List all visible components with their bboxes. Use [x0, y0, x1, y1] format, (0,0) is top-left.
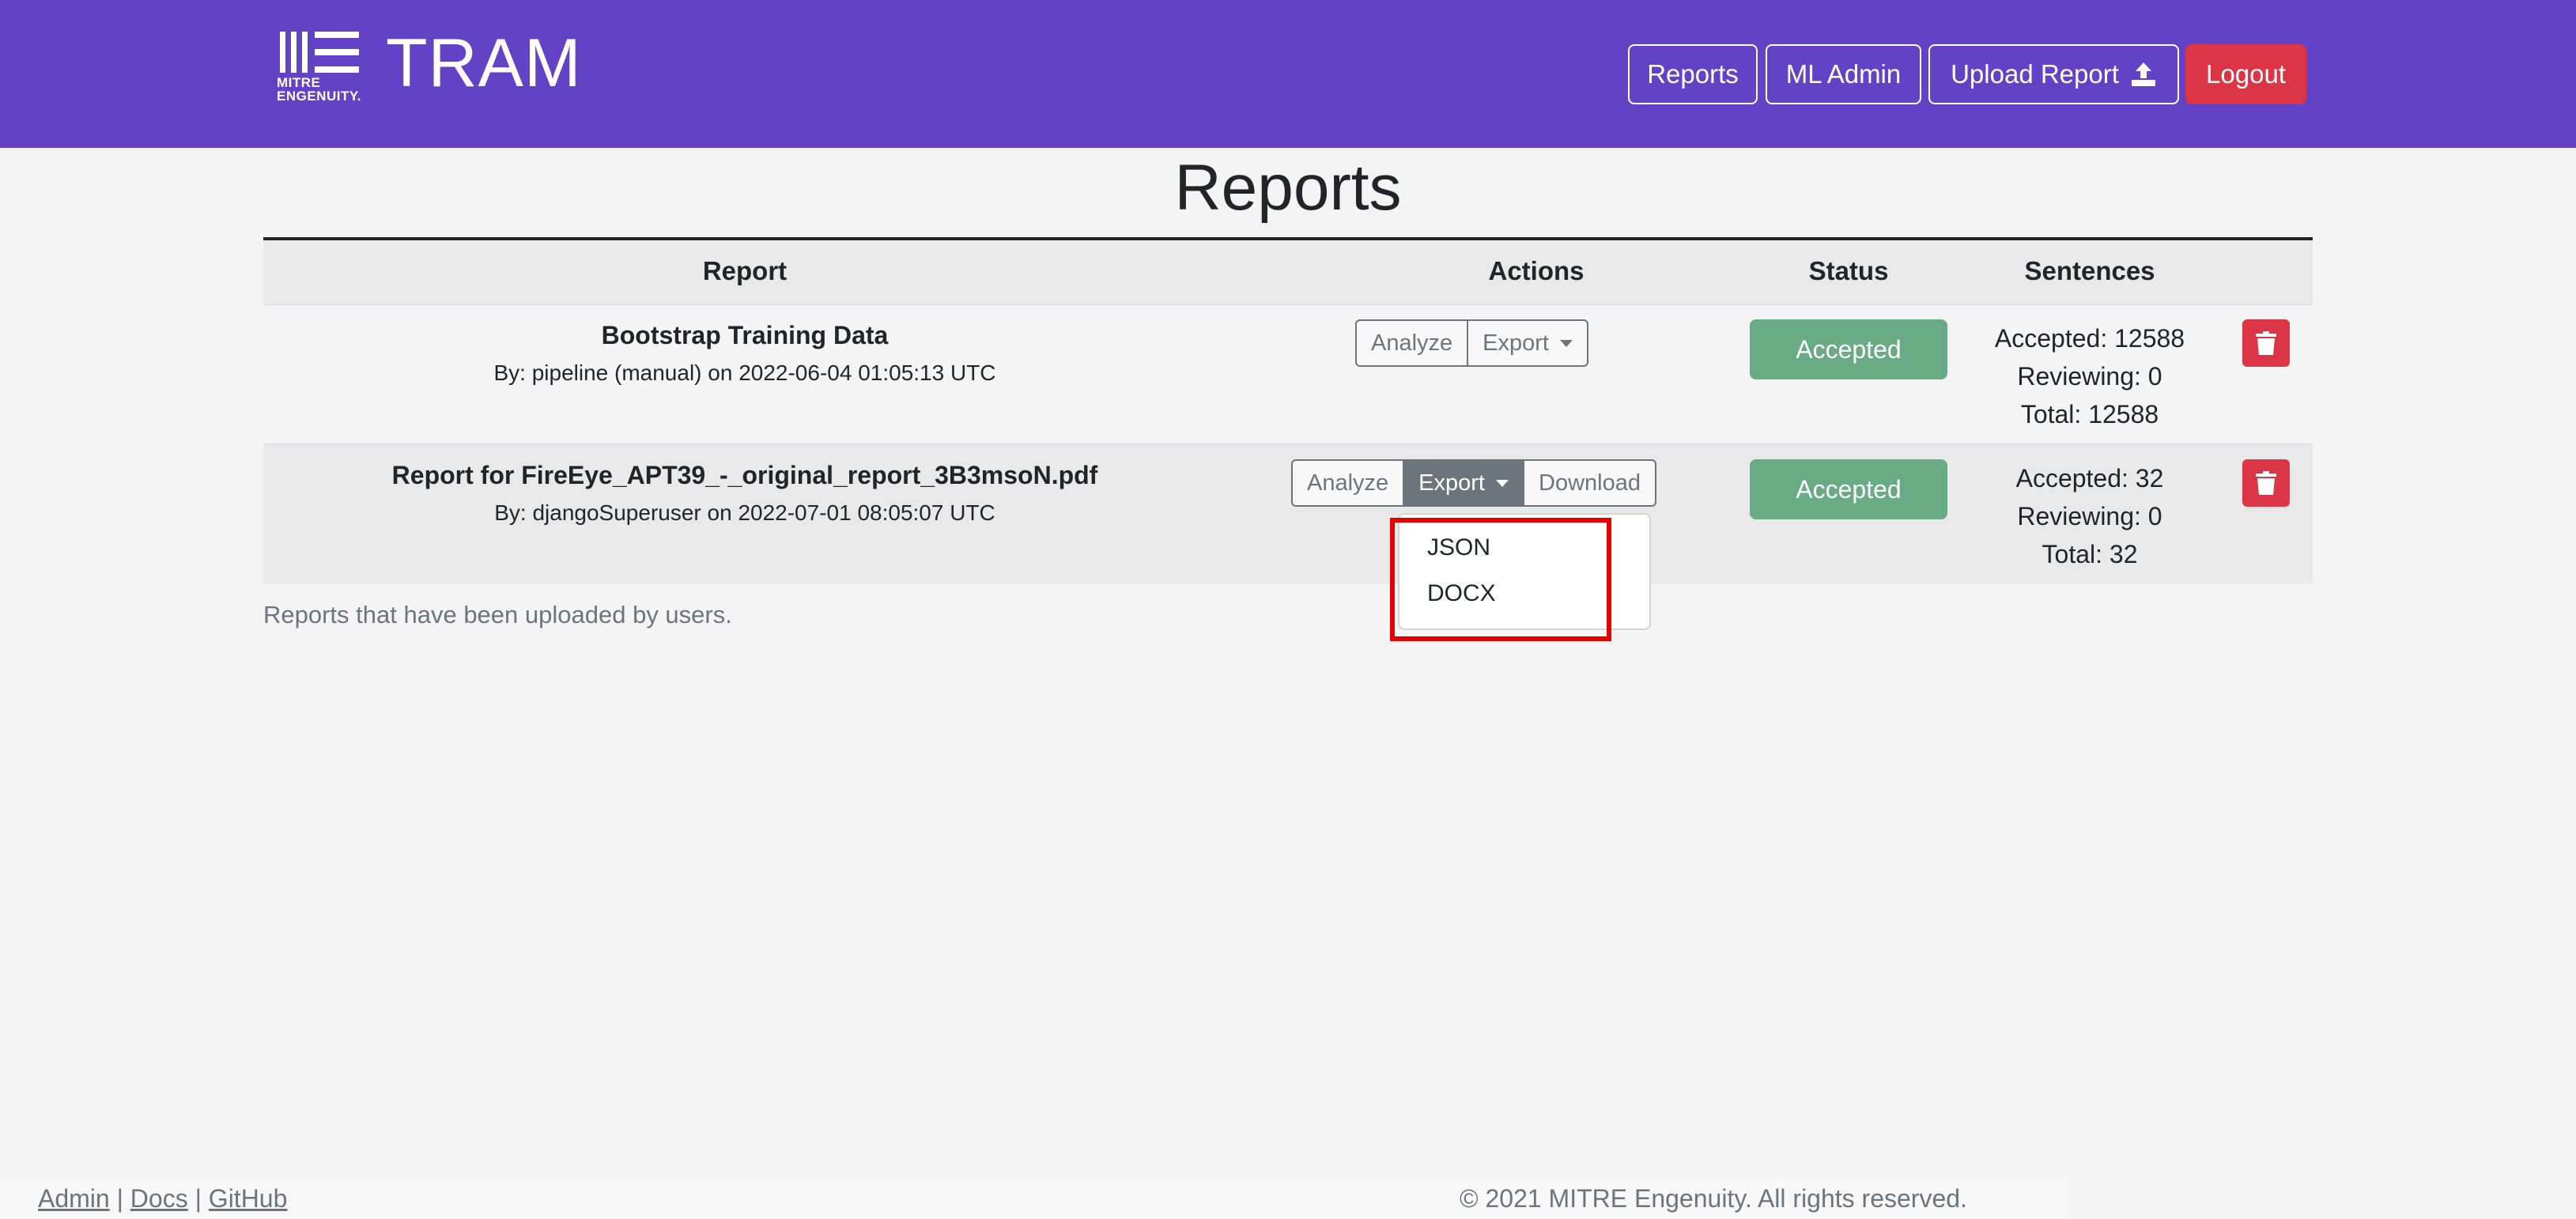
- header-status: Status: [1808, 256, 1889, 285]
- navbar: MITRE ENGENUITY. TRAM Reports ML Admin U…: [0, 0, 2576, 148]
- delete-report-button[interactable]: [2242, 459, 2290, 507]
- mitre-engenuity-logo-icon[interactable]: MITRE ENGENUITY.: [277, 32, 361, 104]
- export-dropdown-button[interactable]: Export: [1467, 319, 1588, 367]
- admin-link[interactable]: Admin: [38, 1184, 110, 1213]
- trash-icon: [2256, 331, 2276, 355]
- header-actions: Actions: [1488, 256, 1585, 285]
- export-dropdown-button[interactable]: Export: [1403, 459, 1524, 507]
- logo-text-line2: ENGENUITY.: [277, 89, 362, 104]
- reviewing-count: Reviewing: 0: [2017, 362, 2162, 391]
- upload-report-label: Upload Report: [1951, 59, 2119, 89]
- total-count: Total: 32: [2042, 540, 2138, 568]
- accepted-count: Accepted: 12588: [1994, 324, 2185, 353]
- report-byline: By: pipeline (manual) on 2022-06-04 01:0…: [493, 360, 996, 385]
- table-header: Report Actions Status Sentences: [263, 237, 2313, 304]
- report-byline: By: djangoSuperuser on 2022-07-01 08:05:…: [494, 500, 995, 525]
- export-label: Export: [1418, 470, 1485, 496]
- trash-icon: [2256, 471, 2276, 495]
- caret-down-icon: [1496, 479, 1509, 487]
- report-title[interactable]: Bootstrap Training Data: [263, 321, 1226, 350]
- export-label: Export: [1483, 330, 1549, 356]
- header-report: Report: [702, 256, 788, 285]
- table-caption: Reports that have been uploaded by users…: [263, 601, 732, 628]
- footer-separator: |: [116, 1184, 123, 1213]
- footer: Admin | Docs | GitHub © 2021 MITRE Engen…: [0, 1178, 2068, 1219]
- status-badge: Accepted: [1750, 319, 1947, 379]
- header-sentences: Sentences: [2024, 256, 2155, 285]
- ml-admin-nav-button[interactable]: ML Admin: [1766, 44, 1921, 104]
- docs-link[interactable]: Docs: [130, 1184, 188, 1213]
- brand-title[interactable]: TRAM: [386, 25, 582, 101]
- sentence-counts: Accepted: 32 Reviewing: 0 Total: 32: [1940, 459, 2240, 573]
- upload-icon: [2131, 62, 2155, 86]
- accepted-count: Accepted: 32: [2015, 464, 2164, 493]
- table-row: Bootstrap Training Data By: pipeline (ma…: [263, 304, 2313, 443]
- upload-report-nav-button[interactable]: Upload Report: [1928, 44, 2179, 104]
- analyze-button[interactable]: Analyze: [1355, 319, 1469, 367]
- reports-nav-button[interactable]: Reports: [1628, 44, 1758, 104]
- analyze-button[interactable]: Analyze: [1291, 459, 1405, 507]
- table-row: Report for FireEye_APT39_-_original_repo…: [263, 443, 2313, 583]
- delete-report-button[interactable]: [2242, 319, 2290, 367]
- actions-button-group: Analyze Export: [1355, 319, 1588, 367]
- logout-button[interactable]: Logout: [2185, 44, 2306, 104]
- highlight-box: [1390, 518, 1611, 641]
- reviewing-count: Reviewing: 0: [2017, 502, 2162, 530]
- status-badge: Accepted: [1750, 459, 1947, 519]
- github-link[interactable]: GitHub: [209, 1184, 288, 1213]
- actions-button-group: Analyze Export Download: [1291, 459, 1656, 507]
- report-title[interactable]: Report for FireEye_APT39_-_original_repo…: [263, 461, 1226, 490]
- copyright-text: © 2021 MITRE Engenuity. All rights reser…: [1460, 1184, 1967, 1213]
- caret-down-icon: [1560, 339, 1573, 347]
- footer-separator: |: [195, 1184, 202, 1213]
- footer-links: Admin | Docs | GitHub: [38, 1184, 287, 1213]
- total-count: Total: 12588: [2020, 400, 2159, 428]
- download-button[interactable]: Download: [1523, 459, 1656, 507]
- logo-bars-icon: [280, 32, 359, 73]
- sentence-counts: Accepted: 12588 Reviewing: 0 Total: 1258…: [1940, 319, 2240, 433]
- page-title: Reports: [1174, 152, 1402, 224]
